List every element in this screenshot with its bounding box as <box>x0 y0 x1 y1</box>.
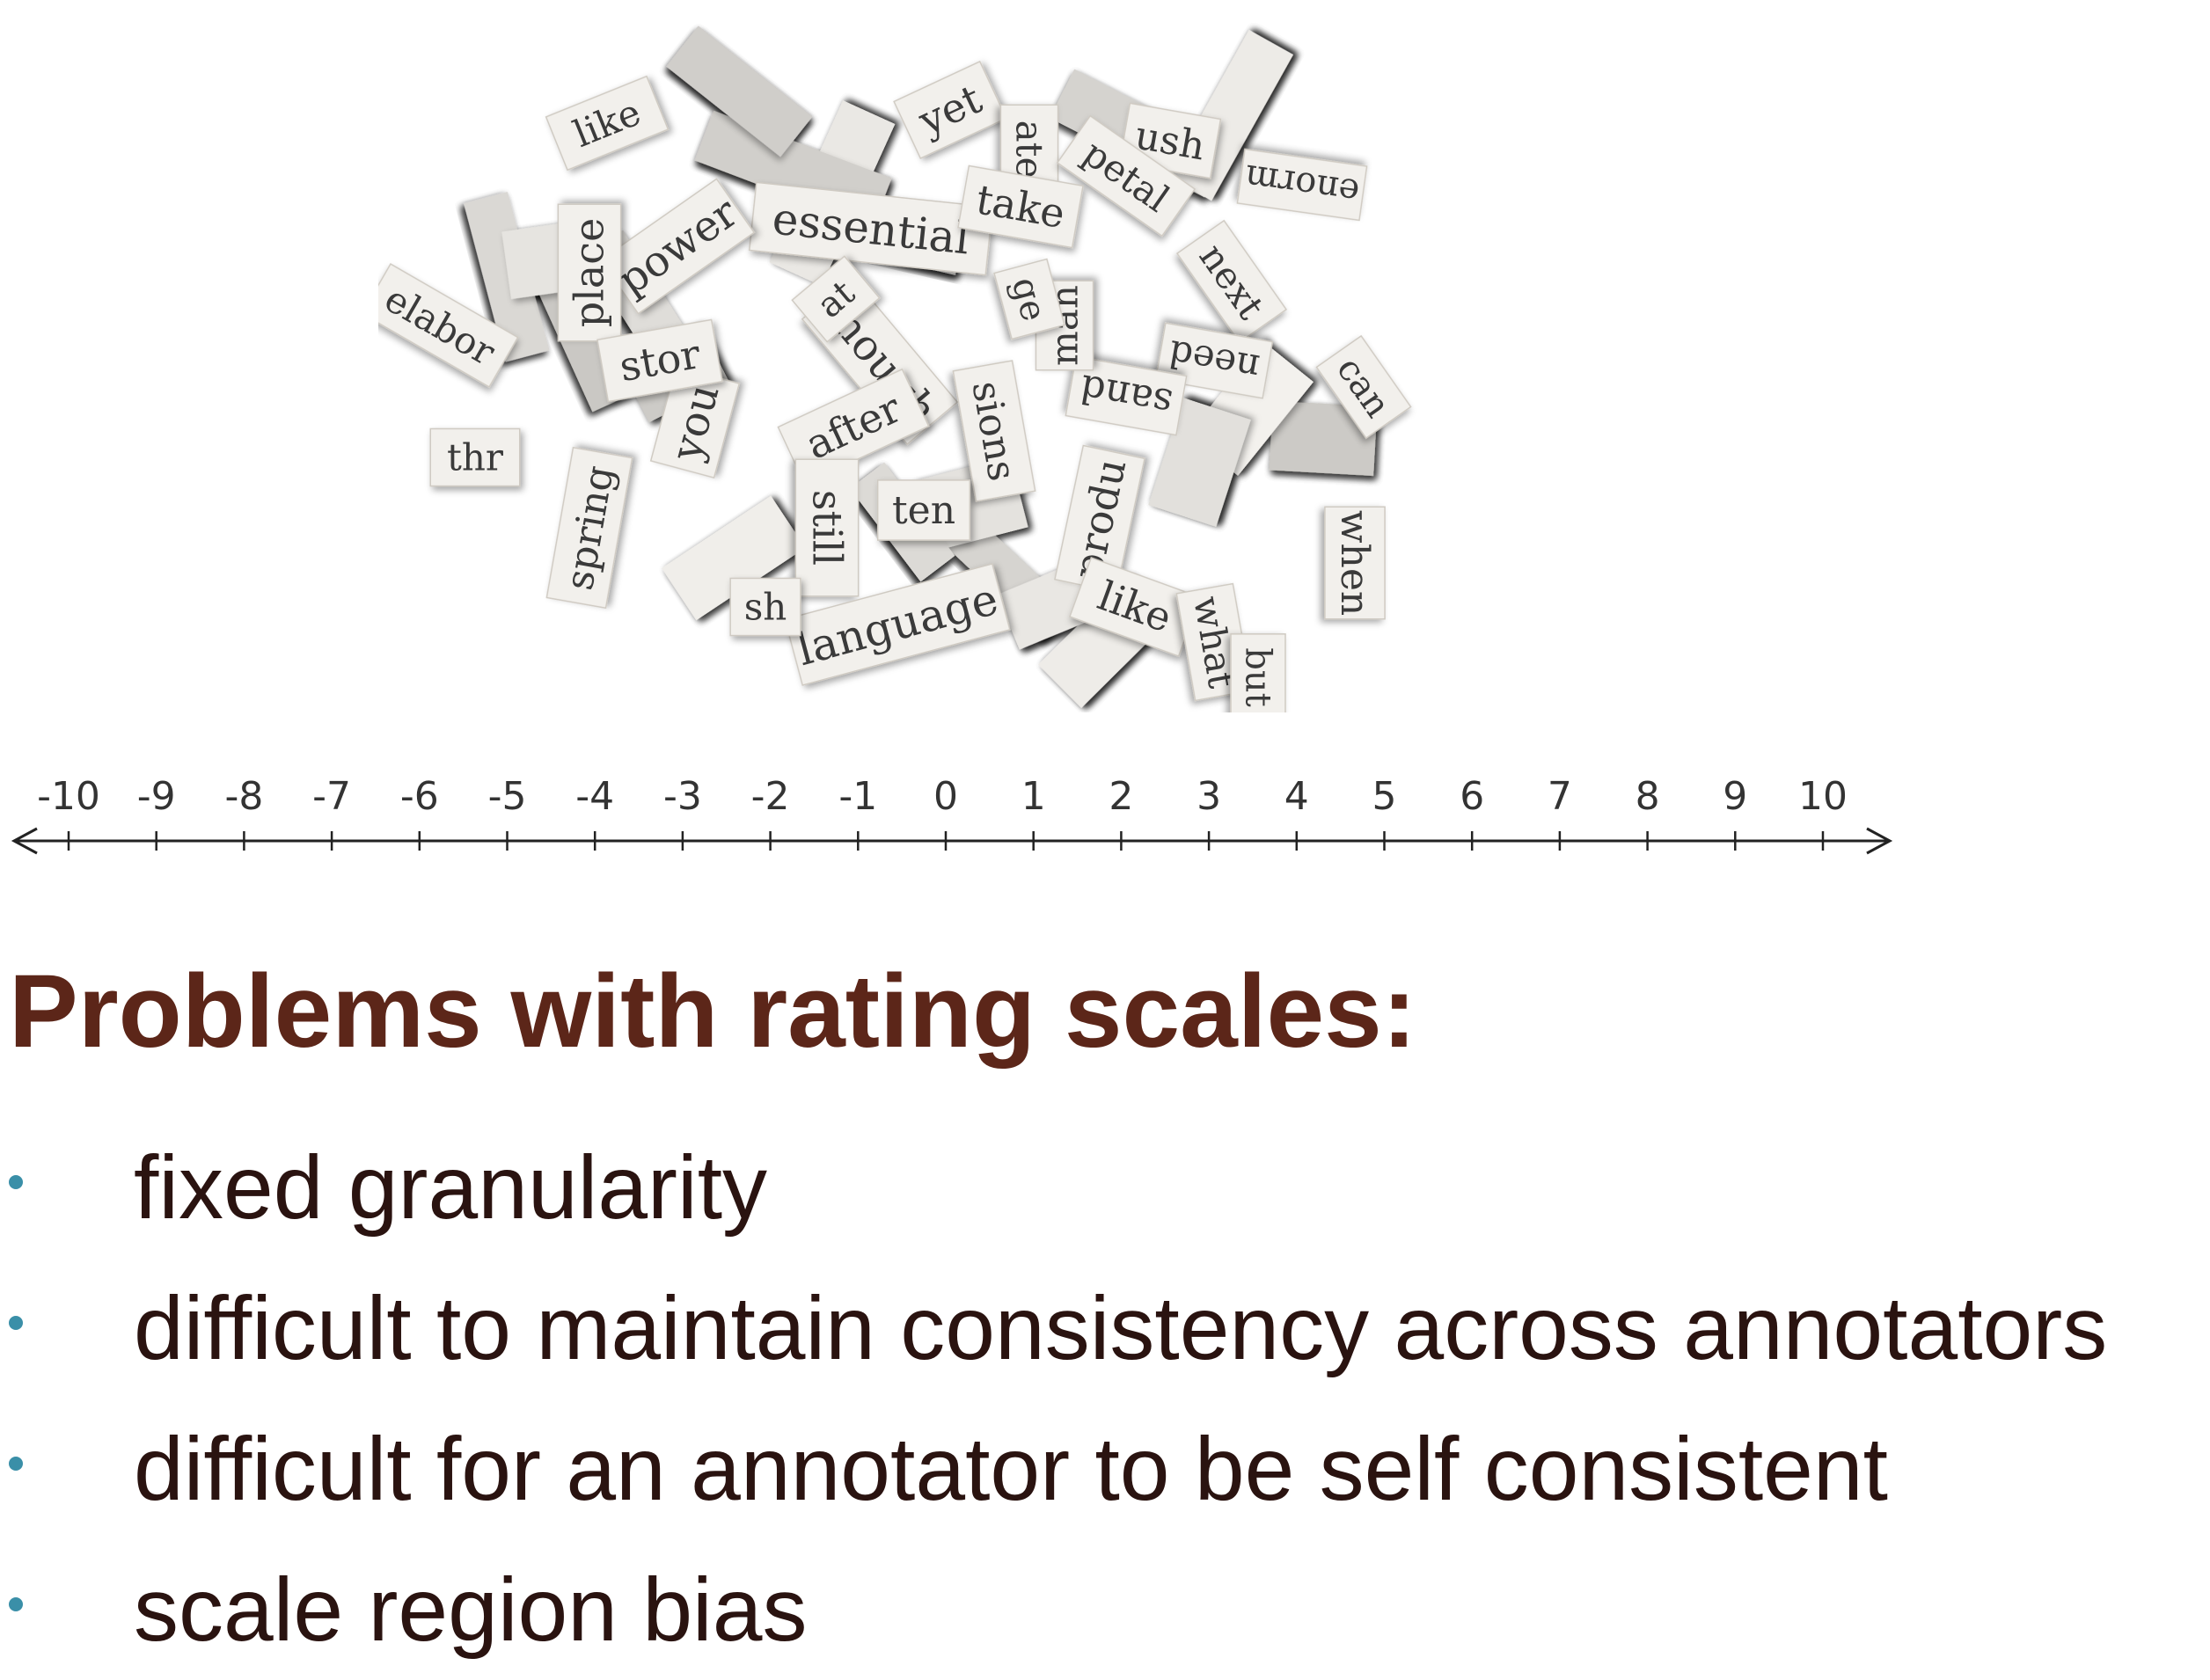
svg-text:sh: sh <box>744 585 787 628</box>
slide-title: Problems with rating scales: <box>9 953 1417 1070</box>
number-line-label: -1 <box>838 774 877 819</box>
word-tile: when <box>1324 506 1386 620</box>
number-line: -10 -9 -8 -7 -6 -5 -4 -3 -2 -1 0 1 2 3 4 5 6 7 8 9 10 <box>11 774 1893 855</box>
svg-text:but: but <box>1237 647 1277 706</box>
number-line-label: -7 <box>312 774 351 819</box>
number-line-label: 4 <box>1284 774 1309 819</box>
number-line-label: 7 <box>1548 774 1572 819</box>
word-tile: enorm <box>1236 148 1368 222</box>
bullet-text: scale region bias <box>134 1559 808 1660</box>
number-line-label: 5 <box>1372 774 1397 819</box>
word-tile: ge <box>993 258 1065 340</box>
number-line-label: -3 <box>663 774 702 819</box>
number-line-label: 2 <box>1109 774 1133 819</box>
word-tile: spring <box>545 446 633 610</box>
number-line-label: 8 <box>1636 774 1660 819</box>
svg-text:when: when <box>1332 510 1377 616</box>
svg-text:ten: ten <box>892 488 955 533</box>
number-line-label: 6 <box>1460 774 1484 819</box>
number-line-label: -4 <box>575 774 614 819</box>
number-line-label: -10 <box>37 774 100 819</box>
number-line-label: 9 <box>1723 774 1747 819</box>
bullet-text: fixed granularity <box>134 1137 768 1238</box>
word-tile: yet <box>893 60 1007 160</box>
bullet-text: difficult for an annotator to be self co… <box>134 1419 1888 1519</box>
word-tile: still <box>794 458 860 597</box>
word-pile-image: yetlike ushate petal enormessential takepowe… <box>378 26 1412 712</box>
bullet-dot-icon <box>9 1175 23 1189</box>
word-tile: like <box>545 75 670 172</box>
word-tile: sh <box>729 577 801 637</box>
number-line-label: 0 <box>933 774 958 819</box>
number-line-label: -6 <box>400 774 439 819</box>
word-tile: power <box>599 178 756 315</box>
number-line-label: 1 <box>1021 774 1046 819</box>
word-tile: but <box>1230 633 1286 712</box>
svg-text:still: still <box>803 490 851 566</box>
svg-text:ate: ate <box>1008 121 1051 179</box>
number-line-label: -9 <box>137 774 176 819</box>
bullet-dot-icon <box>9 1316 23 1330</box>
bullet-dot-icon <box>9 1597 23 1611</box>
number-line-label: -5 <box>488 774 527 819</box>
number-line-label: -8 <box>224 774 263 819</box>
word-tile: place <box>557 203 622 342</box>
word-tile: ten <box>876 479 971 541</box>
bullet-dot-icon <box>9 1457 23 1471</box>
word-tile: next <box>1175 219 1288 344</box>
number-line-label: 3 <box>1196 774 1221 819</box>
svg-text:thr: thr <box>447 435 504 478</box>
svg-text:place: place <box>566 218 613 328</box>
number-line-label: -2 <box>751 774 790 819</box>
word-tiles: yetlike ushate petal enormessential takepowe… <box>378 60 1412 712</box>
number-line-label: 10 <box>1798 774 1848 819</box>
word-tile: thr <box>429 427 521 487</box>
bullet-text: difficult to maintain consistency across… <box>134 1278 2108 1378</box>
